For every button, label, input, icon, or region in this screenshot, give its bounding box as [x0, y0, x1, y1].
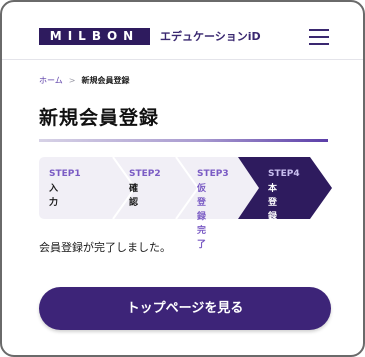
step-progress: STEP1 入力 STEP2 確認 STEP3 仮登録 完了 STEP4 本登録… — [39, 157, 332, 250]
step-3-label: 仮登録 完了 — [197, 184, 207, 250]
step-progress-graphic — [39, 157, 332, 219]
breadcrumb: ホーム > 新規会員登録 — [39, 75, 129, 87]
step-4-number: STEP4 — [268, 169, 300, 179]
step-4-label: 本登録 完了 — [268, 184, 278, 250]
menu-bar-top — [309, 29, 329, 31]
service-name: エデュケーションiD — [160, 30, 261, 43]
menu-bar-middle — [309, 36, 329, 38]
breadcrumb-separator-icon: > — [68, 76, 76, 85]
step-2-number: STEP2 — [129, 169, 161, 179]
breadcrumb-home-link[interactable]: ホーム — [39, 76, 63, 85]
menu-bar-bottom — [309, 43, 329, 45]
hamburger-menu-icon[interactable] — [309, 27, 329, 45]
step-2-label: 確認 — [129, 184, 139, 208]
top-page-button[interactable]: トップページを見る — [39, 287, 331, 330]
site-header: MILBON エデュケーションiD — [2, 2, 363, 60]
header-divider — [2, 59, 363, 60]
milbon-logo[interactable]: MILBON — [39, 28, 150, 45]
device-frame: MILBON エデュケーションiD ホーム > 新規会員登録 新規会員登録 STEP… — [0, 0, 365, 357]
step-1-label: 入力 — [49, 184, 59, 208]
step-3-number: STEP3 — [197, 169, 229, 179]
breadcrumb-current: 新規会員登録 — [81, 76, 130, 85]
page-title: 新規会員登録 — [39, 107, 160, 129]
title-underline — [39, 139, 328, 142]
completion-message: 会員登録が完了しました。 — [39, 241, 171, 254]
step-1-number: STEP1 — [49, 169, 81, 179]
